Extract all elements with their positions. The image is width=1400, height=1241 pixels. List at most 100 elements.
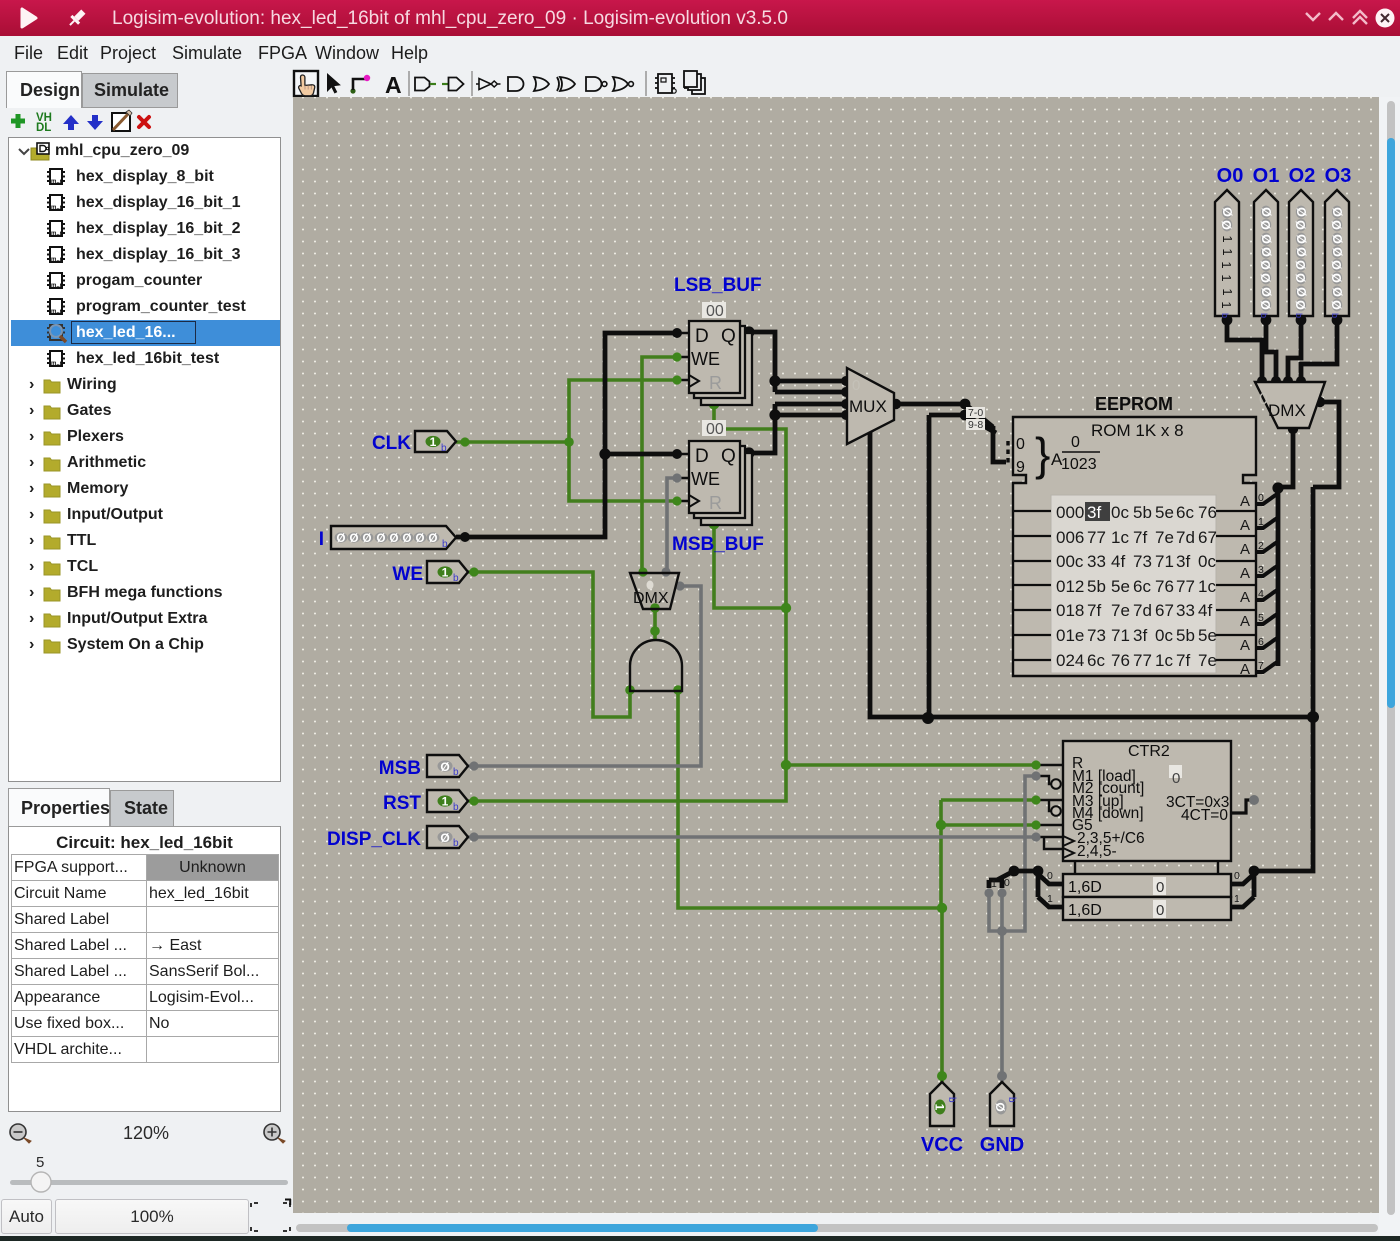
svg-text:Ø: Ø (1330, 234, 1344, 244)
svg-text:O0: O0 (1217, 165, 1244, 187)
svg-text:Ø: Ø (1293, 220, 1307, 230)
svg-text:7e: 7e (1111, 601, 1130, 620)
svg-text:Ø: Ø (1330, 247, 1344, 257)
svg-text:0c: 0c (1111, 503, 1129, 522)
svg-text:A: A (1240, 565, 1250, 582)
svg-text:RST: RST (383, 793, 421, 814)
svg-text:71: 71 (1155, 552, 1174, 571)
svg-text:O1: O1 (1253, 165, 1280, 187)
svg-text:A: A (1240, 541, 1250, 558)
svg-text:Ø: Ø (1258, 273, 1272, 283)
svg-text:9-8: 9-8 (968, 419, 983, 431)
svg-text:WE: WE (691, 349, 720, 369)
svg-text:A: A (385, 72, 402, 98)
svg-text:2,4,5-: 2,4,5- (1077, 843, 1117, 860)
svg-text:GND: GND (980, 1134, 1024, 1156)
svg-text:DMX: DMX (633, 590, 669, 607)
svg-text:Ø: Ø (1330, 287, 1344, 297)
svg-text:Ø: Ø (416, 533, 425, 545)
svg-text:D: D (695, 446, 709, 467)
svg-text:Ø: Ø (1329, 220, 1343, 230)
svg-text:5: 5 (36, 1154, 44, 1171)
svg-text:006: 006 (1056, 528, 1084, 547)
svg-text:b: b (946, 1097, 957, 1103)
svg-text:5b: 5b (1133, 503, 1152, 522)
svg-text:33: 33 (1176, 601, 1195, 620)
svg-text:1: 1 (1258, 516, 1264, 528)
svg-text:1: 1 (991, 878, 997, 890)
svg-text:Ø: Ø (1294, 234, 1308, 244)
svg-text:Ø: Ø (429, 533, 438, 545)
svg-text:7e: 7e (1155, 528, 1174, 547)
svg-text:b: b (453, 802, 459, 813)
svg-text:7d: 7d (1176, 528, 1195, 547)
svg-text:1c: 1c (1155, 651, 1173, 670)
svg-text:012: 012 (1056, 577, 1084, 596)
svg-text:Ø: Ø (1329, 300, 1343, 310)
svg-text:A: A (1240, 613, 1250, 630)
svg-text:0: 0 (1004, 877, 1010, 889)
svg-text:m..n: m..n (51, 283, 64, 289)
svg-text:Ø: Ø (363, 533, 372, 545)
svg-text:0c: 0c (1155, 626, 1173, 645)
svg-text:WE: WE (392, 564, 423, 585)
svg-text:1: 1 (933, 1104, 947, 1111)
svg-text:0c: 0c (1198, 552, 1216, 571)
svg-text:Ø: Ø (1258, 300, 1272, 310)
svg-text:1023: 1023 (1061, 456, 1097, 473)
svg-text:1,6D: 1,6D (1068, 879, 1102, 896)
svg-text:3f: 3f (1133, 626, 1147, 645)
svg-text:77: 77 (1133, 651, 1152, 670)
svg-text:b: b (1259, 313, 1269, 318)
svg-text:01e: 01e (1056, 626, 1084, 645)
svg-text:Ø: Ø (403, 533, 412, 545)
svg-text:MUX: MUX (849, 397, 887, 416)
svg-text:1: 1 (1234, 893, 1240, 905)
svg-text:MSB_BUF: MSB_BUF (672, 534, 764, 555)
svg-text:b: b (1294, 313, 1304, 318)
svg-text:Ø: Ø (1329, 260, 1343, 270)
svg-text:m..n: m..n (51, 179, 64, 185)
svg-text:5: 5 (1258, 612, 1264, 624)
svg-text:O3: O3 (1325, 165, 1352, 187)
svg-text:3f: 3f (1176, 552, 1190, 571)
svg-text:6c: 6c (1176, 503, 1194, 522)
svg-text:0: 0 (1156, 902, 1164, 919)
svg-text:}: } (1035, 428, 1050, 480)
svg-text:CLK: CLK (372, 433, 411, 454)
svg-text:76: 76 (1111, 651, 1130, 670)
svg-text:33: 33 (1087, 552, 1106, 571)
svg-text:67: 67 (1198, 528, 1217, 547)
svg-text:WE: WE (691, 469, 720, 489)
svg-text:00: 00 (706, 421, 724, 438)
svg-text:Ø: Ø (390, 533, 399, 545)
svg-text:A: A (1240, 661, 1250, 678)
svg-text:7f: 7f (1176, 651, 1190, 670)
svg-text:0: 0 (1016, 436, 1025, 453)
svg-text:1: 1 (1220, 235, 1235, 242)
svg-text:00: 00 (706, 303, 724, 320)
svg-text:5b: 5b (1087, 577, 1106, 596)
svg-text:b: b (453, 573, 459, 584)
svg-text:Ø: Ø (1259, 207, 1273, 217)
svg-text:MSB: MSB (379, 758, 421, 779)
svg-text:DMX: DMX (1268, 401, 1306, 420)
svg-text:EEPROM: EEPROM (1095, 394, 1173, 414)
svg-text:7d: 7d (1133, 601, 1152, 620)
svg-text:0: 0 (1047, 870, 1053, 882)
svg-text:m..n: m..n (51, 257, 64, 263)
svg-text:Ø: Ø (350, 533, 359, 545)
svg-text:b: b (1006, 1097, 1017, 1103)
svg-text:7f: 7f (1133, 528, 1147, 547)
svg-text:1: 1 (1219, 274, 1234, 281)
svg-text:Ø: Ø (1258, 260, 1272, 270)
svg-text:Ø: Ø (440, 760, 449, 774)
svg-text:77: 77 (1176, 577, 1195, 596)
svg-text:4f: 4f (1111, 552, 1125, 571)
svg-text:0: 0 (1172, 770, 1180, 787)
svg-text:1: 1 (1219, 261, 1234, 268)
svg-text:Ø: Ø (1294, 287, 1308, 297)
svg-text:b: b (453, 838, 459, 849)
svg-text:2: 2 (1258, 540, 1264, 552)
svg-text:CTR2: CTR2 (1128, 743, 1170, 760)
